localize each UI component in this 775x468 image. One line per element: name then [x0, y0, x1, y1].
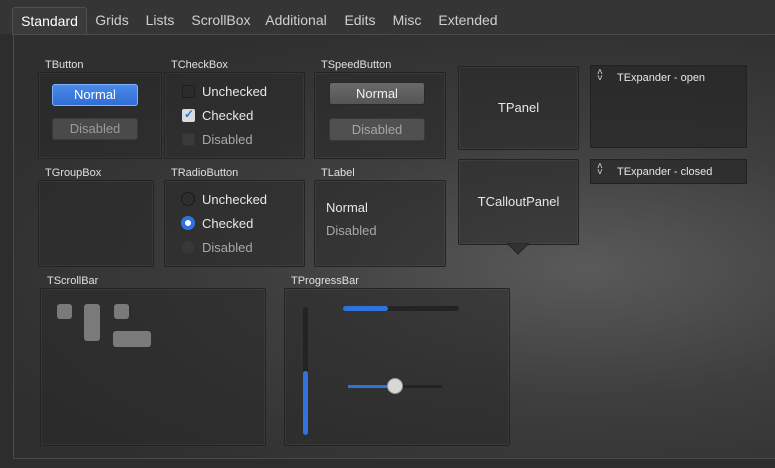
- tab-additional[interactable]: Additional: [260, 7, 332, 34]
- radio-disabled: [181, 240, 195, 254]
- tab-bar: Standard Grids Lists ScrollBox Additiona…: [0, 0, 775, 35]
- tradiobutton-group: Unchecked Checked Disabled: [164, 180, 305, 267]
- label-disabled: Disabled: [326, 223, 377, 238]
- tbutton-title: TButton: [45, 59, 84, 71]
- tscrollbar-group: [40, 288, 266, 446]
- scrollbar-small-thumb[interactable]: [57, 304, 72, 319]
- tab-extended[interactable]: Extended: [434, 7, 502, 34]
- expander-open-label: TExpander - open: [617, 72, 706, 84]
- chevron-down-icon: ˅: [597, 167, 603, 178]
- tcheckbox-title: TCheckBox: [171, 59, 228, 71]
- expander-closed[interactable]: ˄ ˅ TExpander - closed: [590, 159, 747, 184]
- scrollbar-vertical-thumb[interactable]: [84, 304, 100, 341]
- tab-grids[interactable]: Grids: [88, 7, 136, 34]
- speed-disabled-button: Disabled: [329, 118, 425, 141]
- chevron-down-icon: ˅: [597, 73, 603, 84]
- radio-disabled-label: Disabled: [202, 240, 253, 255]
- radio-unchecked[interactable]: [181, 192, 195, 206]
- label-normal: Normal: [326, 200, 368, 215]
- tscrollbar-title: TScrollBar: [47, 275, 99, 287]
- tradiobutton-title: TRadioButton: [171, 167, 239, 179]
- tab-scrollbox[interactable]: ScrollBox: [186, 7, 256, 34]
- tgroupbox: [38, 180, 154, 267]
- callout-pointer-icon: [507, 243, 529, 255]
- tbutton-group: Normal Disabled: [38, 72, 162, 159]
- radio-unchecked-label: Unchecked: [202, 192, 268, 207]
- tlabel-title: TLabel: [321, 167, 355, 179]
- tab-edits[interactable]: Edits: [338, 7, 382, 34]
- tab-content-standard: TButton Normal Disabled TCheckBox Unchec…: [13, 34, 775, 459]
- expander-open: ˄ ˅ TExpander - open: [590, 65, 747, 148]
- trackbar-thumb[interactable]: [387, 378, 403, 394]
- horizontal-progress-track: [343, 306, 459, 311]
- tab-standard[interactable]: Standard: [12, 7, 87, 35]
- scrollbar-small-thumb-2[interactable]: [114, 304, 129, 319]
- tspeedbutton-title: TSpeedButton: [321, 59, 392, 71]
- disabled-button: Disabled: [52, 118, 138, 140]
- tprogressbar-title: TProgressBar: [291, 275, 359, 287]
- checkmark-icon: ✓: [184, 107, 195, 121]
- expander-closed-toggle[interactable]: ˄ ˅: [597, 162, 603, 178]
- tpanel-label: TPanel: [497, 100, 540, 115]
- tlabel-group: Normal Disabled: [314, 180, 446, 267]
- checkbox-unchecked[interactable]: [182, 85, 195, 98]
- vertical-progress-fill: [303, 371, 308, 435]
- checkbox-checked[interactable]: ✓: [182, 107, 195, 122]
- radio-checked-label: Checked: [202, 216, 254, 231]
- scrollbar-horizontal-thumb[interactable]: [113, 331, 151, 347]
- checkbox-disabled-label: Disabled: [202, 132, 253, 147]
- expander-open-toggle[interactable]: ˄ ˅: [597, 68, 603, 84]
- checkbox-unchecked-label: Unchecked: [202, 84, 268, 99]
- vertical-progress-track: [303, 307, 308, 435]
- radio-checked[interactable]: [181, 216, 195, 230]
- tab-misc[interactable]: Misc: [387, 7, 427, 34]
- normal-button[interactable]: Normal: [52, 84, 138, 106]
- expander-closed-label: TExpander - closed: [617, 166, 713, 178]
- tcallout-panel: TCalloutPanel: [458, 159, 579, 245]
- horizontal-progress-fill: [343, 306, 389, 311]
- tspeedbutton-group: Normal Disabled: [314, 72, 446, 159]
- speed-normal-button[interactable]: Normal: [329, 82, 425, 105]
- checkbox-checked-label: Checked: [202, 108, 254, 123]
- trackbar-track[interactable]: [348, 378, 442, 394]
- tgroupbox-title: TGroupBox: [45, 167, 102, 179]
- tab-lists[interactable]: Lists: [140, 7, 180, 34]
- tprogressbar-group: [284, 288, 510, 446]
- tcallout-panel-label: TCalloutPanel: [477, 194, 560, 209]
- tcheckbox-group: Unchecked ✓ Checked Disabled: [164, 72, 305, 159]
- tpanel: TPanel: [458, 66, 579, 150]
- checkbox-disabled: [182, 133, 195, 146]
